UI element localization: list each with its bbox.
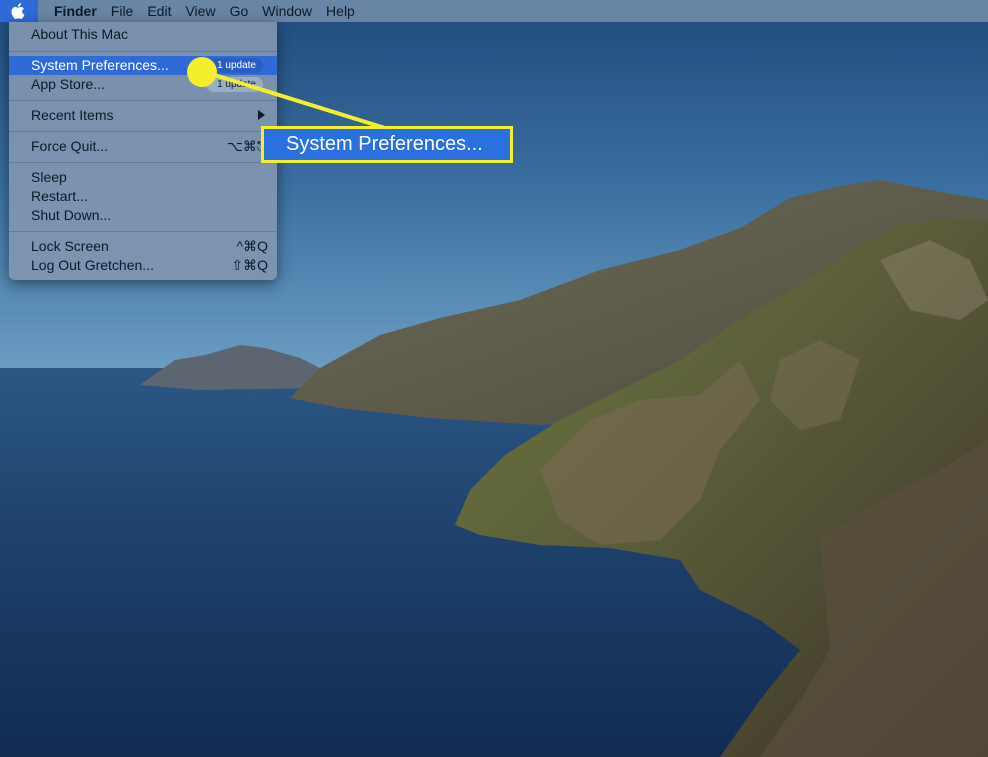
menubar-item-help[interactable]: Help [326, 0, 355, 22]
menu-item-force-quit[interactable]: Force Quit... ⌥⌘⎋ [9, 137, 277, 156]
apple-menu-button[interactable] [0, 0, 38, 22]
menu-item-label: Force Quit... [31, 138, 109, 154]
menu-separator [9, 100, 277, 101]
menu-item-shut-down[interactable]: Shut Down... [9, 206, 277, 225]
menubar-item-file[interactable]: File [111, 0, 134, 22]
callout-box: System Preferences... [261, 126, 513, 163]
menu-item-app-store[interactable]: App Store... 1 update [9, 75, 277, 94]
menu-item-label: Restart... [31, 188, 88, 204]
menu-item-lock-screen[interactable]: Lock Screen ^⌘Q [9, 237, 277, 256]
menubar-item-window[interactable]: Window [262, 0, 312, 22]
menu-item-label: Shut Down... [31, 207, 112, 223]
menu-item-sleep[interactable]: Sleep [9, 168, 277, 187]
menu-item-shortcut: ⇧⌘Q [231, 257, 268, 273]
menu-separator [9, 231, 277, 232]
menu-item-label: Log Out Gretchen... [31, 257, 154, 273]
menu-item-log-out[interactable]: Log Out Gretchen... ⇧⌘Q [9, 256, 277, 275]
menu-separator [9, 131, 277, 132]
menu-item-system-preferences[interactable]: System Preferences... 1 update [9, 56, 277, 75]
callout-dot [187, 57, 217, 87]
menubar-item-edit[interactable]: Edit [147, 0, 171, 22]
menu-item-label: App Store... [31, 76, 105, 92]
menu-bar: Finder File Edit View Go Window Help [0, 0, 988, 22]
callout-label: System Preferences... [286, 133, 483, 155]
menu-item-label: Sleep [31, 169, 67, 185]
menu-item-about-this-mac[interactable]: About This Mac [9, 25, 277, 44]
apple-icon [11, 3, 25, 19]
menu-item-label: About This Mac [31, 26, 129, 42]
menu-item-restart[interactable]: Restart... [9, 187, 277, 206]
menubar-item-view[interactable]: View [185, 0, 215, 22]
menu-item-recent-items[interactable]: Recent Items [9, 106, 277, 125]
menubar-item-go[interactable]: Go [230, 0, 249, 22]
apple-menu-dropdown: About This Mac System Preferences... 1 u… [9, 22, 277, 280]
submenu-arrow-icon [258, 110, 265, 120]
menu-item-label: Lock Screen [31, 238, 109, 254]
menubar-item-finder[interactable]: Finder [54, 0, 97, 22]
menu-separator [9, 162, 277, 163]
menu-item-label: System Preferences... [31, 57, 169, 73]
menu-separator [9, 51, 277, 52]
menu-item-shortcut: ^⌘Q [236, 238, 268, 254]
menu-item-label: Recent Items [31, 107, 114, 123]
